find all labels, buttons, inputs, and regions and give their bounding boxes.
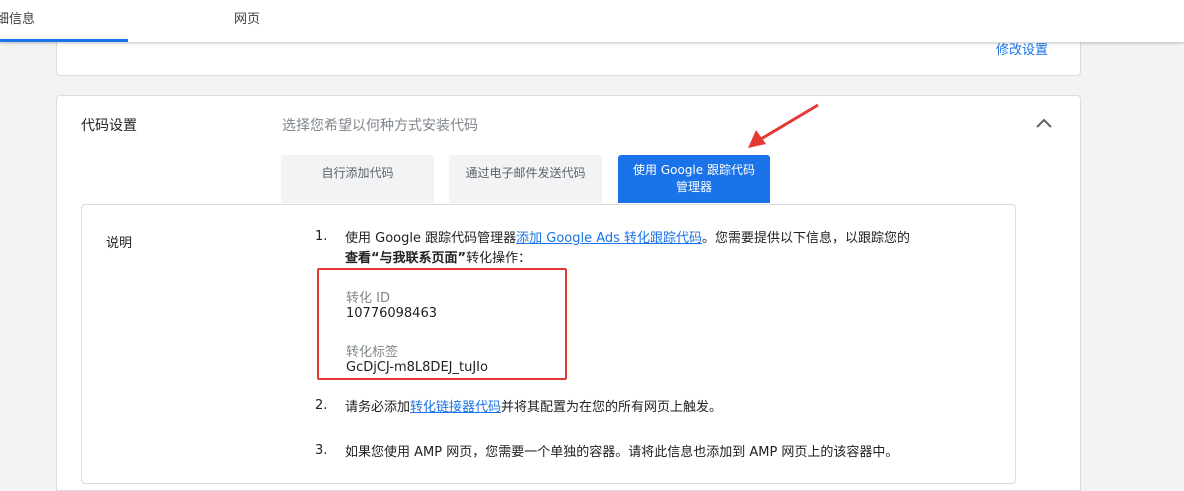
method-self-install-button[interactable]: 自行添加代码 — [281, 155, 434, 203]
step-text: 如果您使用 AMP 网页，您需要一个单独的容器。请将此信息也添加到 AMP 网页… — [345, 445, 899, 460]
conversion-linker-link[interactable]: 转化链接器代码 — [410, 400, 501, 415]
step-text-part: 转化操作： — [466, 251, 532, 266]
step-number: 2. — [315, 398, 328, 413]
method-email-button[interactable]: 通过电子邮件发送代码 — [449, 155, 602, 203]
section-subtitle: 选择您希望以何种方式安装代码 — [282, 118, 478, 134]
instructions-title: 说明 — [106, 236, 133, 251]
tab-details-label: 细信息 — [0, 12, 36, 27]
add-tracking-code-link[interactable]: 添加 Google Ads 转化跟踪代码 — [516, 231, 702, 246]
step-text: 使用 Google 跟踪代码管理器添加 Google Ads 转化跟踪代码。您需… — [345, 229, 910, 269]
step-number: 1. — [315, 229, 328, 244]
tab-details[interactable]: 细信息 — [0, 0, 128, 42]
annotation-highlight-box — [317, 268, 567, 380]
step-text: 请务必添加转化链接器代码并将其配置为在您的所有网页上触发。 — [345, 398, 722, 418]
code-settings-card: 代码设置 选择您希望以何种方式安装代码 自行添加代码 通过电子邮件发送代码 使用… — [56, 95, 1081, 491]
method-gtm-button[interactable]: 使用 Google 跟踪代码管理器 — [618, 155, 770, 203]
step-text-part: 使用 Google 跟踪代码管理器 — [345, 231, 517, 246]
section-title: 代码设置 — [81, 118, 137, 134]
red-arrow-icon — [748, 103, 819, 148]
step-text-part: 。您需要提供以下信息，以跟踪您的 — [702, 231, 911, 246]
step-text-part: 并将其配置为在您的所有网页上触发。 — [501, 400, 723, 415]
step-number: 3. — [315, 443, 328, 458]
tab-web[interactable]: 网页 — [234, 0, 260, 42]
active-tab-indicator — [0, 39, 128, 42]
top-tab-bar: 细信息 网页 — [0, 0, 1184, 42]
step-text-part: 请务必添加 — [345, 400, 411, 415]
chevron-up-icon[interactable] — [1031, 110, 1057, 136]
conversion-action-name: 查看“与我联系页面” — [345, 251, 467, 266]
